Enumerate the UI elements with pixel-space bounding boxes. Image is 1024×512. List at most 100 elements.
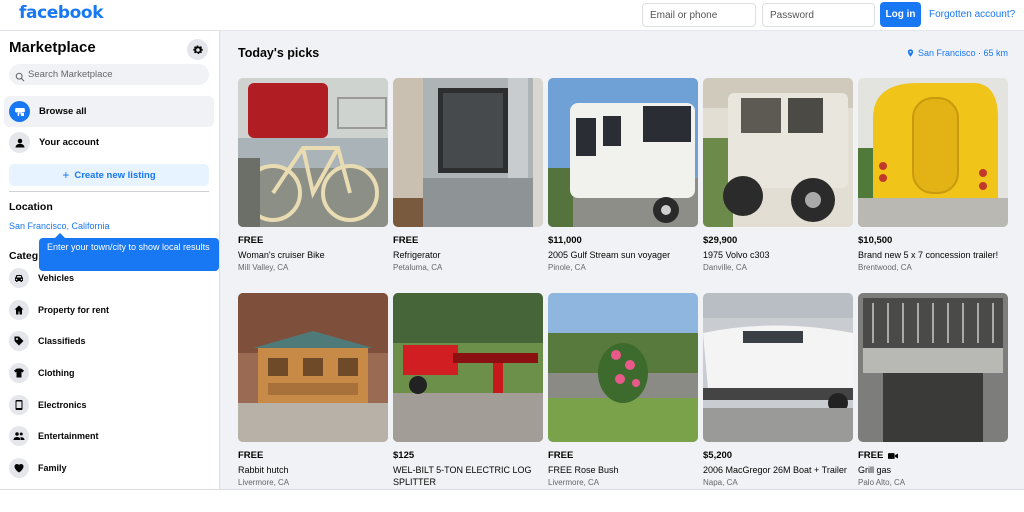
sidebar-item-browse-all[interactable]: Browse all [4, 96, 214, 127]
heart-icon [9, 458, 29, 478]
create-listing-button[interactable]: + Create new listing [9, 164, 209, 186]
listing-card[interactable]: FREE Grill gas Palo Alto, CA [858, 293, 1008, 487]
listing-location: Livermore, CA [238, 478, 290, 487]
categories-heading: Categ [9, 250, 39, 262]
search-input[interactable] [28, 67, 198, 82]
shirt-icon [9, 363, 29, 383]
listing-price-value: FREE [858, 450, 884, 461]
listing-title: Brand new 5 x 7 concession trailer! [858, 250, 999, 260]
category-label: Electronics [38, 400, 87, 410]
page-title: Today's picks [238, 46, 320, 60]
listing-card[interactable]: FREE Refrigerator Petaluma, CA [393, 78, 543, 272]
listing-title: 1975 Volvo c303 [703, 250, 770, 260]
listing-location: Livermore, CA [548, 478, 600, 487]
listing-photo-rv[interactable] [548, 78, 698, 227]
listing-photo-rose-bush[interactable] [548, 293, 698, 442]
listing-title: Grill gas [858, 465, 892, 475]
login-button[interactable]: Log in [880, 2, 921, 27]
video-icon [888, 452, 899, 459]
listing-price: FREE [393, 235, 419, 246]
listing-photo-rabbit-hutch[interactable] [238, 293, 388, 442]
listing-location: Petaluma, CA [393, 263, 443, 272]
house-icon [9, 300, 29, 320]
location-heading: Location [9, 201, 53, 213]
listing-location: Palo Alto, CA [858, 478, 906, 487]
search-box[interactable] [9, 64, 209, 85]
listing-price: FREE [548, 450, 574, 461]
listing-title: WEL-BILT 5-TON ELECTRIC LOG SPLITTER [393, 465, 532, 487]
listing-location: Pinole, CA [548, 263, 586, 272]
person-icon [9, 132, 30, 153]
listing-photo-concession-trailer[interactable] [858, 78, 1008, 227]
listing-location: Danville, CA [703, 263, 748, 272]
listing-photo-volvo[interactable] [703, 78, 853, 227]
divider [9, 191, 209, 192]
listing-photo-boat[interactable] [703, 293, 853, 442]
listing-card[interactable]: $29,900 1975 Volvo c303 Danville, CA [703, 78, 853, 272]
sidebar-item-label: Your account [39, 137, 99, 148]
listing-photo-refrigerator[interactable] [393, 78, 543, 227]
phone-icon [9, 395, 29, 415]
listing-price: FREE [238, 235, 264, 246]
listing-price: FREE [238, 450, 264, 461]
category-label: Family [38, 463, 67, 473]
listing-card[interactable]: $5,200 2006 MacGregor 26M Boat + Trailer… [703, 293, 853, 487]
people-icon [9, 426, 29, 446]
listing-card[interactable]: $125 WEL-BILT 5-TON ELECTRIC LOG SPLITTE… [393, 293, 543, 490]
marketplace-sidebar: Marketplace Browse all Your account + Cr… [0, 31, 220, 489]
category-property-for-rent[interactable]: Property for rent [9, 299, 109, 321]
listing-location: Napa, CA [703, 478, 738, 487]
listing-photo-log-splitter[interactable] [393, 293, 543, 442]
forgot-account-link[interactable]: Forgotten account? [929, 9, 1015, 20]
sidebar-item-label: Browse all [39, 106, 87, 117]
listing-price: FREE [858, 450, 1008, 461]
create-listing-label: Create new listing [74, 169, 156, 181]
listing-card[interactable]: $11,000 2005 Gulf Stream sun voyager Pin… [548, 78, 698, 272]
category-electronics[interactable]: Electronics [9, 394, 87, 416]
email-field[interactable] [642, 3, 756, 27]
listing-location: Mill Valley, CA [238, 263, 289, 272]
listing-title: Refrigerator [393, 250, 441, 260]
listing-price: $5,200 [703, 450, 733, 461]
listing-price: $125 [393, 450, 415, 461]
listing-card[interactable]: FREE Woman's cruiser Bike Mill Valley, C… [238, 78, 388, 272]
category-label: Clothing [38, 368, 75, 378]
plus-icon: + [62, 168, 70, 182]
password-field[interactable] [762, 3, 875, 27]
listing-photo-bike[interactable] [238, 78, 388, 227]
category-label: Classifieds [38, 336, 86, 346]
listing-title: Rabbit hutch [238, 465, 289, 475]
sidebar-title: Marketplace [9, 39, 96, 56]
listing-card[interactable]: $10,500 Brand new 5 x 7 concession trail… [858, 78, 1008, 272]
listing-card[interactable]: FREE Rabbit hutch Livermore, CA [238, 293, 388, 487]
bottom-banner [0, 489, 1024, 512]
storefront-icon [9, 101, 30, 122]
marketplace-feed: Today's picks San Francisco · 65 km FREE… [220, 31, 1024, 489]
location-link[interactable]: San Francisco, California [9, 221, 110, 231]
category-label: Entertainment [38, 431, 99, 441]
location-pin-icon [907, 49, 914, 57]
facebook-logo[interactable]: facebook [19, 3, 104, 23]
category-entertainment[interactable]: Entertainment [9, 425, 99, 447]
top-bar: facebook Log in Forgotten account? [0, 0, 1024, 31]
gear-icon[interactable] [187, 39, 208, 60]
listing-title: Woman's cruiser Bike [238, 250, 325, 260]
location-tooltip: Enter your town/city to show local resul… [39, 233, 219, 271]
listing-photo-grill[interactable] [858, 293, 1008, 442]
location-filter-label: San Francisco · 65 km [917, 48, 1008, 58]
category-clothing[interactable]: Clothing [9, 362, 75, 384]
listing-card[interactable]: FREE FREE Rose Bush Livermore, CA [548, 293, 698, 487]
category-label: Property for rent [38, 305, 110, 315]
car-icon [9, 268, 29, 288]
location-filter[interactable]: San Francisco · 65 km [906, 48, 1008, 58]
search-icon [15, 69, 25, 87]
category-classifieds[interactable]: Classifieds [9, 330, 86, 352]
listing-location: Brentwood, CA [858, 263, 912, 272]
listing-price: $11,000 [548, 235, 582, 246]
listing-price: $29,900 [703, 235, 738, 246]
sidebar-item-your-account[interactable]: Your account [4, 127, 214, 158]
listing-price: $10,500 [858, 235, 893, 246]
tag-icon [9, 331, 29, 351]
category-family[interactable]: Family [9, 457, 67, 479]
listing-title: 2005 Gulf Stream sun voyager [548, 250, 671, 260]
